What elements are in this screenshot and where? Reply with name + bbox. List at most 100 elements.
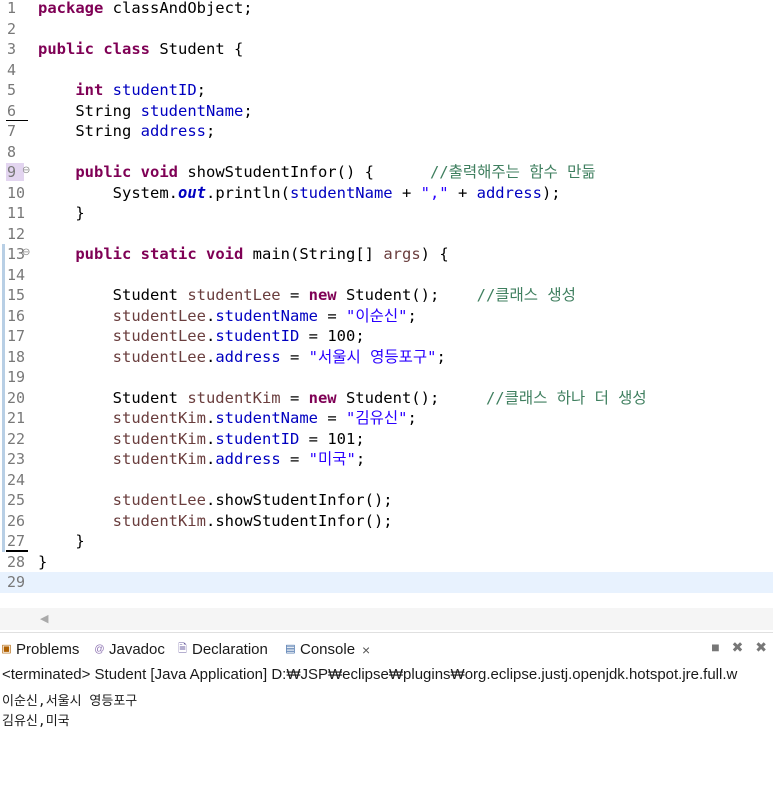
line-number: 10 (7, 183, 26, 202)
token: } (38, 532, 85, 550)
code-text[interactable]: } (38, 203, 84, 224)
code-text[interactable]: Student studentLee = new Student(); //클래… (38, 285, 576, 306)
token-kw: void (206, 245, 244, 263)
code-line[interactable]: 13 ⊖ public static void main(String[] arg… (0, 244, 773, 265)
code-text[interactable]: package classAndObject; (38, 0, 253, 19)
token-kw: static (140, 245, 197, 263)
line-gutter: 16 (0, 305, 38, 326)
line-gutter: 17 (0, 326, 38, 347)
token: + (392, 183, 421, 202)
code-line[interactable]: 17 studentLee.studentID = 100; (0, 326, 773, 347)
code-text[interactable]: } (38, 552, 47, 573)
tab-problems-label: Problems (16, 641, 80, 658)
code-line[interactable]: 7 String address; (0, 121, 773, 142)
code-line[interactable]: 10 System.out.println(studentName + "," … (0, 183, 773, 204)
code-line[interactable]: 14 (0, 264, 773, 285)
token-fld: studentName (289, 183, 393, 202)
code-text[interactable]: int studentID; (38, 80, 206, 101)
code-text[interactable]: String studentName; (38, 101, 253, 122)
line-gutter: 5 (0, 80, 38, 101)
token: . (205, 450, 216, 468)
token: ) { (420, 245, 449, 263)
change-marker (2, 346, 5, 367)
token: classAndObject; (103, 0, 253, 17)
token-kw: int (75, 81, 104, 99)
code-text[interactable]: studentLee.showStudentInfor(); (38, 490, 393, 511)
code-text[interactable]: } (38, 531, 85, 552)
code-text[interactable]: studentKim.address = "미국"; (38, 449, 366, 470)
line-number: 11 (7, 204, 26, 222)
code-line[interactable]: 29 (0, 572, 773, 593)
code-line[interactable]: 16 studentLee.studentName = "이순신"; (0, 305, 773, 327)
code-text[interactable]: String address; (38, 121, 215, 142)
code-line[interactable]: 24 (0, 469, 773, 490)
tab-declaration[interactable]: 🗎 Declaration (176, 641, 268, 658)
code-line[interactable]: 18 studentLee.address = "서울시 영등포구"; (0, 346, 773, 368)
code-line[interactable]: 9 ⊖ public void showStudentInfor() { //출력… (0, 162, 773, 183)
code-line[interactable]: 25 studentLee.showStudentInfor(); (0, 490, 773, 511)
code-text[interactable]: studentLee.studentName = "이순신"; (38, 306, 417, 327)
code-line[interactable]: 3 public class Student { (0, 39, 773, 60)
code-line[interactable]: 21 studentKim.studentName = "김유신"; (0, 408, 773, 429)
console-toolbar[interactable]: ■ ✖ ✖ (711, 639, 771, 656)
code-line[interactable]: 23 studentKim.address = "미국"; (0, 449, 773, 470)
terminate-remove-icons[interactable]: ■ ✖ ✖ (711, 639, 771, 655)
code-line[interactable]: 5 int studentID; (0, 80, 773, 101)
token: = (317, 306, 346, 325)
change-marker (2, 264, 5, 285)
code-line[interactable]: 11 } (0, 203, 773, 224)
code-editor[interactable]: 1 package classAndObject; 2 3 public class S… (0, 0, 773, 600)
code-text[interactable]: public static void main(String[] args) { (38, 244, 449, 265)
token-fld: studentID (112, 81, 197, 99)
token: String (38, 122, 141, 140)
console-terminated-line: <terminated> Student [Java Application] … (2, 666, 738, 683)
token: .showStudentInfor(); (205, 511, 393, 530)
code-line[interactable]: 26 studentKim.showStudentInfor(); (0, 510, 773, 532)
code-line[interactable]: 2 (0, 19, 773, 40)
tab-problems[interactable]: ▣ Problems (0, 641, 79, 658)
line-gutter: 23 (0, 449, 38, 470)
code-text[interactable]: System.out.println(studentName + "," + a… (38, 183, 561, 204)
token: ; (243, 101, 253, 120)
code-line[interactable]: 27 } (0, 531, 773, 552)
close-icon[interactable]: × (362, 642, 370, 658)
token: } (38, 552, 48, 571)
scroll-left-arrow-icon[interactable]: ◀ (40, 612, 48, 625)
code-text[interactable]: public void showStudentInfor() { //출력해주는… (38, 162, 595, 183)
line-number: 1 (7, 0, 17, 17)
fold-toggle-icon[interactable]: ⊖ (22, 247, 30, 258)
tab-console-label: Console (300, 641, 356, 658)
horizontal-scrollbar[interactable]: ◀ (0, 608, 773, 630)
code-line[interactable]: 8 (0, 142, 773, 163)
code-text[interactable]: studentKim.studentID = 101; (38, 429, 365, 450)
tab-console[interactable]: ▤ Console × (284, 641, 371, 658)
code-line[interactable]: 28} (0, 552, 773, 573)
line-gutter: 26 (0, 510, 38, 531)
code-text[interactable]: public class Student { (38, 39, 243, 60)
code-line[interactable]: 19 (0, 367, 773, 388)
code-line[interactable]: 22 studentKim.studentID = 101; (0, 428, 773, 450)
line-gutter: 11 (0, 203, 38, 224)
code-line[interactable]: 12 (0, 224, 773, 245)
token: = 100; (299, 327, 365, 345)
line-number: 12 (7, 224, 26, 243)
code-line[interactable]: 15 Student studentLee = new Student(); /… (0, 285, 773, 306)
code-text[interactable]: studentLee.studentID = 100; (38, 326, 365, 347)
tab-javadoc-label: Javadoc (109, 641, 165, 658)
line-gutter: 28 (0, 552, 38, 573)
token-lvar: studentLee (112, 347, 206, 366)
code-line[interactable]: 4 (0, 60, 773, 81)
fold-toggle-icon[interactable]: ⊖ (22, 165, 30, 176)
code-line[interactable]: 20 Student studentKim = new Student(); /… (0, 387, 773, 409)
code-text[interactable]: studentKim.showStudentInfor(); (38, 511, 393, 532)
code-line[interactable]: 1 package classAndObject; (0, 0, 773, 19)
code-line[interactable]: 6 String studentName; (0, 101, 773, 122)
token: = (317, 409, 346, 427)
code-text[interactable]: Student studentKim = new Student(); //클래… (38, 388, 647, 409)
code-text[interactable]: studentKim.studentName = "김유신"; (38, 408, 417, 429)
tab-javadoc[interactable]: @ Javadoc (93, 641, 165, 658)
code-text[interactable]: studentLee.address = "서울시 영등포구"; (38, 347, 446, 368)
